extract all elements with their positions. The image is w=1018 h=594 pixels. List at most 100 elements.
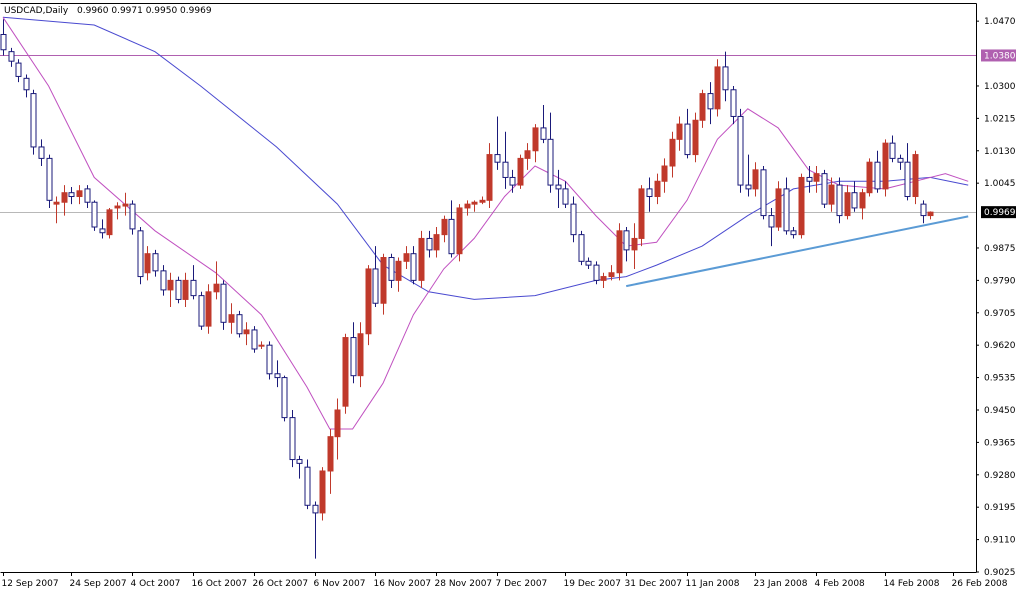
- candle-body: [448, 218, 455, 255]
- candle-body: [228, 314, 235, 323]
- candle-body: [646, 188, 653, 198]
- candle: [692, 112, 699, 163]
- candle-body: [509, 176, 516, 186]
- candle-body: [654, 180, 661, 198]
- candle-body: [517, 157, 524, 186]
- candle: [456, 204, 463, 262]
- y-tick-label: 0.9875: [984, 244, 1016, 254]
- candle-body: [251, 329, 258, 350]
- candle-body: [638, 188, 645, 239]
- candle-body: [502, 161, 509, 178]
- candle: [30, 89, 37, 155]
- candle-body: [129, 203, 136, 230]
- candle-body: [23, 77, 30, 91]
- candle-body: [61, 192, 68, 203]
- x-tick-label: 4 Oct 2007: [131, 579, 181, 589]
- candle-body: [585, 260, 592, 266]
- candle-body: [578, 234, 585, 262]
- candle: [289, 409, 296, 468]
- candle-body: [798, 176, 805, 236]
- x-tick-label: 16 Nov 2007: [374, 579, 432, 589]
- y-tick-label: 0.9110: [984, 536, 1016, 546]
- candle-body: [198, 295, 205, 327]
- candle: [236, 310, 243, 338]
- candle-body: [828, 184, 835, 205]
- candle-body: [152, 253, 159, 272]
- candle-body: [547, 138, 554, 186]
- y-tick-label: 0.9620: [984, 341, 1016, 351]
- y-tick-label: 0.9195: [984, 503, 1016, 513]
- x-tick-label: 24 Sep 2007: [70, 579, 127, 589]
- candle-body: [806, 176, 813, 182]
- candle: [821, 169, 828, 208]
- candle-body: [904, 161, 911, 198]
- candle-body: [722, 66, 729, 91]
- candle-body: [266, 344, 273, 375]
- candle-body: [380, 257, 387, 304]
- candle: [882, 139, 889, 197]
- candle-body: [562, 188, 569, 205]
- candle-body: [608, 272, 615, 278]
- candle-body: [623, 230, 630, 251]
- candle: [251, 326, 258, 353]
- candle: [106, 207, 113, 239]
- candle-body: [327, 436, 334, 472]
- candle-body: [410, 253, 417, 281]
- candle-body: [464, 203, 471, 209]
- candle-body: [137, 230, 144, 278]
- candle-body: [296, 459, 303, 464]
- candle-body: [350, 337, 357, 377]
- candle-body: [669, 138, 676, 167]
- candle: [912, 150, 919, 205]
- candle-body: [84, 188, 91, 203]
- candle-body: [730, 89, 737, 117]
- y-tick-label: 0.9790: [984, 276, 1016, 286]
- candle-body: [616, 230, 623, 274]
- candle-body: [920, 203, 927, 217]
- candle-body: [114, 205, 121, 209]
- candle: [418, 230, 425, 288]
- candle-body: [532, 127, 539, 152]
- candle: [205, 284, 212, 334]
- x-tick-label: 12 Sep 2007: [2, 579, 59, 589]
- x-tick-label: 28 Nov 2007: [435, 579, 493, 589]
- y-tick-label: 1.0215: [984, 114, 1016, 124]
- candle-body: [775, 188, 782, 228]
- candle-body: [836, 184, 843, 217]
- candle-body: [882, 142, 889, 190]
- candle: [593, 261, 600, 285]
- candle-body: [38, 146, 45, 159]
- candle-body: [8, 51, 15, 62]
- candle-body: [768, 215, 775, 228]
- candle: [266, 341, 273, 380]
- candle-body: [258, 344, 265, 347]
- candle-body: [289, 417, 296, 461]
- resistance-price-label: 1.0380: [984, 51, 1016, 61]
- candle-body: [479, 199, 486, 203]
- candle-body: [53, 201, 60, 205]
- candle-body: [912, 154, 919, 198]
- candle-body: [175, 279, 182, 300]
- y-tick-label: 0.9535: [984, 374, 1016, 384]
- candle-body: [714, 66, 721, 110]
- candle-body: [403, 253, 410, 262]
- candle-body: [372, 268, 379, 304]
- candle-body: [433, 234, 440, 251]
- candle: [91, 200, 98, 231]
- y-tick-label: 0.9280: [984, 471, 1016, 481]
- x-tick-label: 16 Oct 2007: [192, 579, 248, 589]
- candle: [304, 459, 311, 510]
- candle-body: [281, 377, 288, 419]
- candle-body: [342, 337, 349, 407]
- candle-body: [319, 470, 326, 514]
- x-tick-label: 14 Feb 2008: [884, 579, 940, 589]
- candle-body: [0, 33, 7, 51]
- candle-body: [699, 93, 706, 121]
- x-tick-label: 4 Feb 2008: [815, 579, 866, 589]
- x-tick-label: 23 Jan 2008: [754, 579, 808, 589]
- candle-body: [676, 123, 683, 140]
- candle-body: [426, 237, 433, 251]
- candle-body: [540, 127, 547, 140]
- x-tick-label: 26 Feb 2008: [952, 579, 1008, 589]
- y-tick-label: 1.0300: [984, 82, 1016, 92]
